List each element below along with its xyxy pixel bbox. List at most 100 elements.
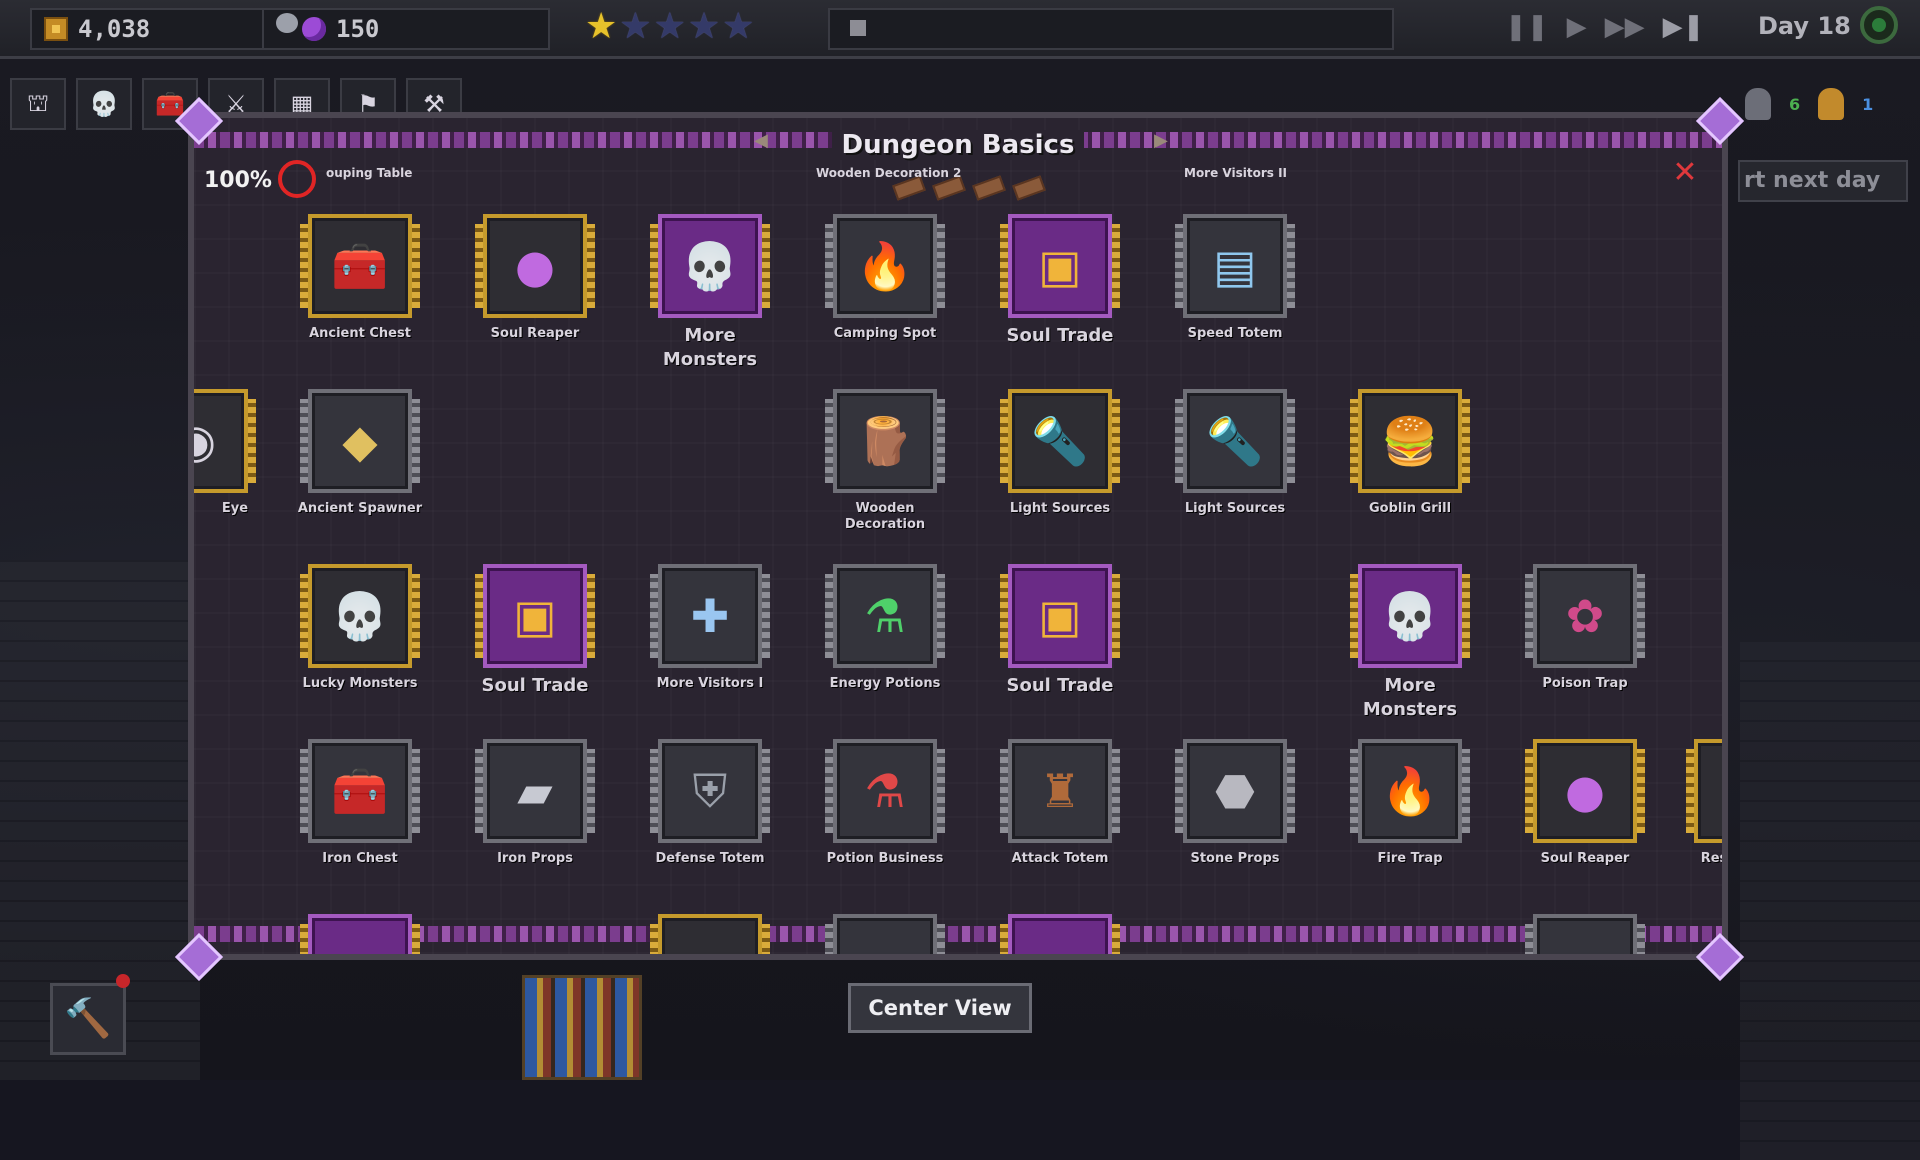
soul-trade-icon: ▣ (1038, 239, 1082, 293)
dialog-title-wrap: Dungeon Basics (194, 130, 1722, 160)
torch-icon: 🔦 (1031, 414, 1089, 468)
node-soul-trade-2[interactable]: ▣ Soul Trade (471, 564, 599, 698)
visitor-plus-icon: ✚ (690, 589, 730, 643)
stone-wall-right (1740, 640, 1920, 1160)
visitor-icon (1745, 88, 1771, 120)
quest-log-icon (850, 20, 866, 36)
node-ancient-spawner[interactable]: ◆ Ancient Spawner (296, 389, 424, 517)
star-icon: ★ (619, 6, 652, 47)
soul-amount: 150 (336, 15, 380, 43)
node-iron-chest[interactable]: 🧰 Iron Chest (296, 739, 424, 867)
node-light-sources[interactable]: 🔦 Light Sources (996, 389, 1124, 517)
shield-totem-icon: ⛨ (692, 764, 728, 818)
green-potion-icon: ⚗ (864, 589, 906, 643)
worker-icon (1818, 88, 1845, 120)
red-potion-icon: ⚗ (864, 764, 906, 818)
ghost-icon: ● (514, 239, 556, 293)
flame-icon: 🔥 (1381, 764, 1439, 818)
soul-trade-icon: ▣ (513, 589, 557, 643)
node-goblin-grill[interactable]: 🍔 Goblin Grill (1346, 389, 1474, 517)
attack-totem-icon: ♜ (1039, 764, 1081, 818)
day-cycle-icon[interactable] (1860, 6, 1898, 44)
node-soul-trade[interactable]: ▣ Soul Trade (996, 214, 1124, 348)
iron-chest-icon: 🧰 (331, 764, 389, 818)
dungeon-rating: ★ ★ ★ ★ ★ (585, 8, 785, 46)
node-lucky-monsters[interactable]: 💀 Lucky Monsters (296, 564, 424, 692)
fast-forward-button[interactable]: ▶▶ (1605, 12, 1645, 42)
star-icon: ★ (687, 6, 721, 47)
tab-monsters[interactable]: 💀 (76, 78, 132, 130)
coin-icon (44, 17, 68, 41)
zoom-ring-icon[interactable] (278, 160, 316, 198)
star-icon: ★ (585, 6, 618, 47)
skull-plus-icon: 💀 (1381, 589, 1439, 643)
soul-counter: 150 (262, 8, 550, 50)
node-partial-right[interactable]: Res (1684, 739, 1722, 867)
research-tree-dialog: Dungeon Basics ✕ 100% ouping Table Woode… (188, 112, 1728, 960)
star-icon: ★ (653, 6, 686, 47)
skull-icon: 💀 (89, 90, 119, 118)
node-stone-props[interactable]: ⬣ Stone Props (1171, 739, 1299, 867)
node-row5-a[interactable] (296, 914, 424, 954)
node-wooden-decoration[interactable]: 🪵 Wooden Decoration (821, 389, 949, 533)
staff-panel: 6 1 (1745, 88, 1873, 120)
node-row5-d[interactable] (996, 914, 1124, 954)
node-more-visitors-1[interactable]: ✚ More Visitors I (646, 564, 774, 692)
node-ancient-chest[interactable]: 🧰 Ancient Chest (296, 214, 424, 342)
campfire-icon: 🔥 (856, 239, 914, 293)
node-eye[interactable]: ◉ Eye (194, 389, 260, 517)
speech-bubble-icon (276, 13, 298, 33)
node-defense-totem[interactable]: ⛨ Defense Totem (646, 739, 774, 867)
log-decoration (892, 175, 1046, 201)
node-poison-trap[interactable]: ✿ Poison Trap (1521, 564, 1649, 692)
node-soul-reaper[interactable]: ● Soul Reaper (471, 214, 599, 342)
quest-bar[interactable] (828, 8, 1394, 50)
node-energy-potions[interactable]: ⚗ Energy Potions (821, 564, 949, 692)
start-next-day-button[interactable]: rt next day (1738, 160, 1908, 202)
node-soul-reaper-2[interactable]: ● Soul Reaper (1521, 739, 1649, 867)
top-bar: 4,038 150 ★ ★ ★ ★ ★ ❚❚ ▶ ▶▶ ▶❚ Day 18 (0, 0, 1920, 59)
zoom-level: 100% (204, 168, 272, 193)
node-row5-e[interactable] (1521, 914, 1649, 954)
totem-icon: ▤ (1213, 239, 1257, 293)
star-icon: ★ (722, 6, 755, 47)
node-light-sources-2[interactable]: 🔦 Light Sources (1171, 389, 1299, 517)
build-hammer-button[interactable]: 🔨 (50, 983, 126, 1055)
node-more-monsters-2[interactable]: 💀 More Monsters (1346, 564, 1474, 722)
arch-icon: ⛫ (26, 88, 50, 117)
gold-amount: 4,038 (78, 15, 151, 43)
hammer-icon: 🔨 (64, 996, 112, 1040)
node-iron-props[interactable]: ▰ Iron Props (471, 739, 599, 867)
node-soul-trade-3[interactable]: ▣ Soul Trade (996, 564, 1124, 698)
soul-icon (302, 17, 326, 41)
rock-icon: ⬣ (1214, 764, 1256, 818)
day-counter: Day 18 (1758, 12, 1851, 40)
gold-counter: 4,038 (30, 8, 288, 50)
edge-label-center: Wooden Decoration 2 (816, 166, 962, 180)
tab-dungeon[interactable]: ⛫ (10, 78, 66, 130)
node-speed-totem[interactable]: ▤ Speed Totem (1171, 214, 1299, 342)
close-icon[interactable]: ✕ (1670, 158, 1700, 188)
node-more-monsters[interactable]: 💀 More Monsters (646, 214, 774, 372)
visitor-count: 6 (1789, 94, 1801, 114)
pause-button[interactable]: ❚❚ (1505, 12, 1549, 42)
edge-label-right: More Visitors II (1184, 166, 1288, 180)
node-camping-spot[interactable]: 🔥 Camping Spot (821, 214, 949, 342)
dialog-title: Dungeon Basics (831, 130, 1085, 160)
torch-icon: 🔦 (1206, 414, 1264, 468)
node-fire-trap[interactable]: 🔥 Fire Trap (1346, 739, 1474, 867)
skull-plus-icon: 💀 (681, 239, 739, 293)
edge-label-left: ouping Table (326, 166, 413, 180)
node-row5-c[interactable] (821, 914, 949, 954)
center-view-button[interactable]: Center View (848, 983, 1032, 1033)
ghost-icon: ● (1564, 764, 1606, 818)
node-potion-business[interactable]: ⚗ Potion Business (821, 739, 949, 867)
poison-flower-icon: ✿ (1565, 589, 1605, 643)
worker-count: 1 (1862, 94, 1874, 114)
node-row5-b[interactable] (646, 914, 774, 954)
skip-button[interactable]: ▶❚ (1663, 12, 1705, 42)
node-attack-totem[interactable]: ♜ Attack Totem (996, 739, 1124, 867)
play-button[interactable]: ▶ (1567, 12, 1587, 42)
eye-icon: ◉ (194, 418, 216, 464)
spawner-icon: ◆ (342, 414, 378, 468)
